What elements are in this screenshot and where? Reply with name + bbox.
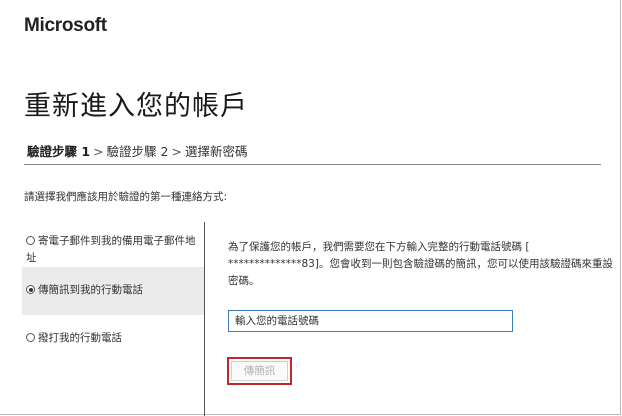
radio-call[interactable] bbox=[26, 333, 35, 342]
page-title: 重新進入您的帳戶 bbox=[24, 91, 248, 122]
breadcrumb-step-3: 選擇新密碼 bbox=[184, 144, 248, 159]
contact-method-prompt: 請選擇我們應該用於驗證的第一種連絡方式: bbox=[24, 191, 228, 203]
option-call[interactable]: 撥打我的行動電話 bbox=[22, 330, 204, 350]
breadcrumb-separator: > bbox=[171, 144, 182, 159]
option-sms-label: 傳簡訊到我的行動電話 bbox=[38, 284, 143, 296]
breadcrumb-step-2: 驗證步驟 2 bbox=[106, 144, 169, 159]
column-divider bbox=[204, 222, 205, 416]
phone-number-input[interactable] bbox=[228, 310, 513, 332]
breadcrumb: 驗證步驟 1 > 驗證步驟 2 > 選擇新密碼 bbox=[27, 141, 247, 160]
radio-email[interactable] bbox=[26, 236, 35, 245]
breadcrumb-separator: > bbox=[93, 144, 104, 159]
breadcrumb-step-1: 驗證步驟 1 bbox=[27, 144, 91, 159]
option-email-label: 寄電子郵件到我的備用電子郵件地址 bbox=[26, 235, 196, 264]
option-sms[interactable]: 傳簡訊到我的行動電話 bbox=[22, 267, 204, 315]
send-button-highlight: 傳簡訊 bbox=[227, 357, 292, 385]
radio-sms[interactable] bbox=[26, 285, 35, 294]
send-sms-button[interactable]: 傳簡訊 bbox=[231, 361, 288, 381]
microsoft-logo: Microsoft bbox=[24, 15, 107, 36]
option-call-label: 撥打我的行動電話 bbox=[38, 332, 122, 344]
divider bbox=[24, 164, 601, 165]
page-frame bbox=[0, 0, 621, 415]
sms-instructions: 為了保護您的帳戶，我們需要您在下方輸入完整的行動電話號碼 [ *********… bbox=[228, 241, 613, 287]
